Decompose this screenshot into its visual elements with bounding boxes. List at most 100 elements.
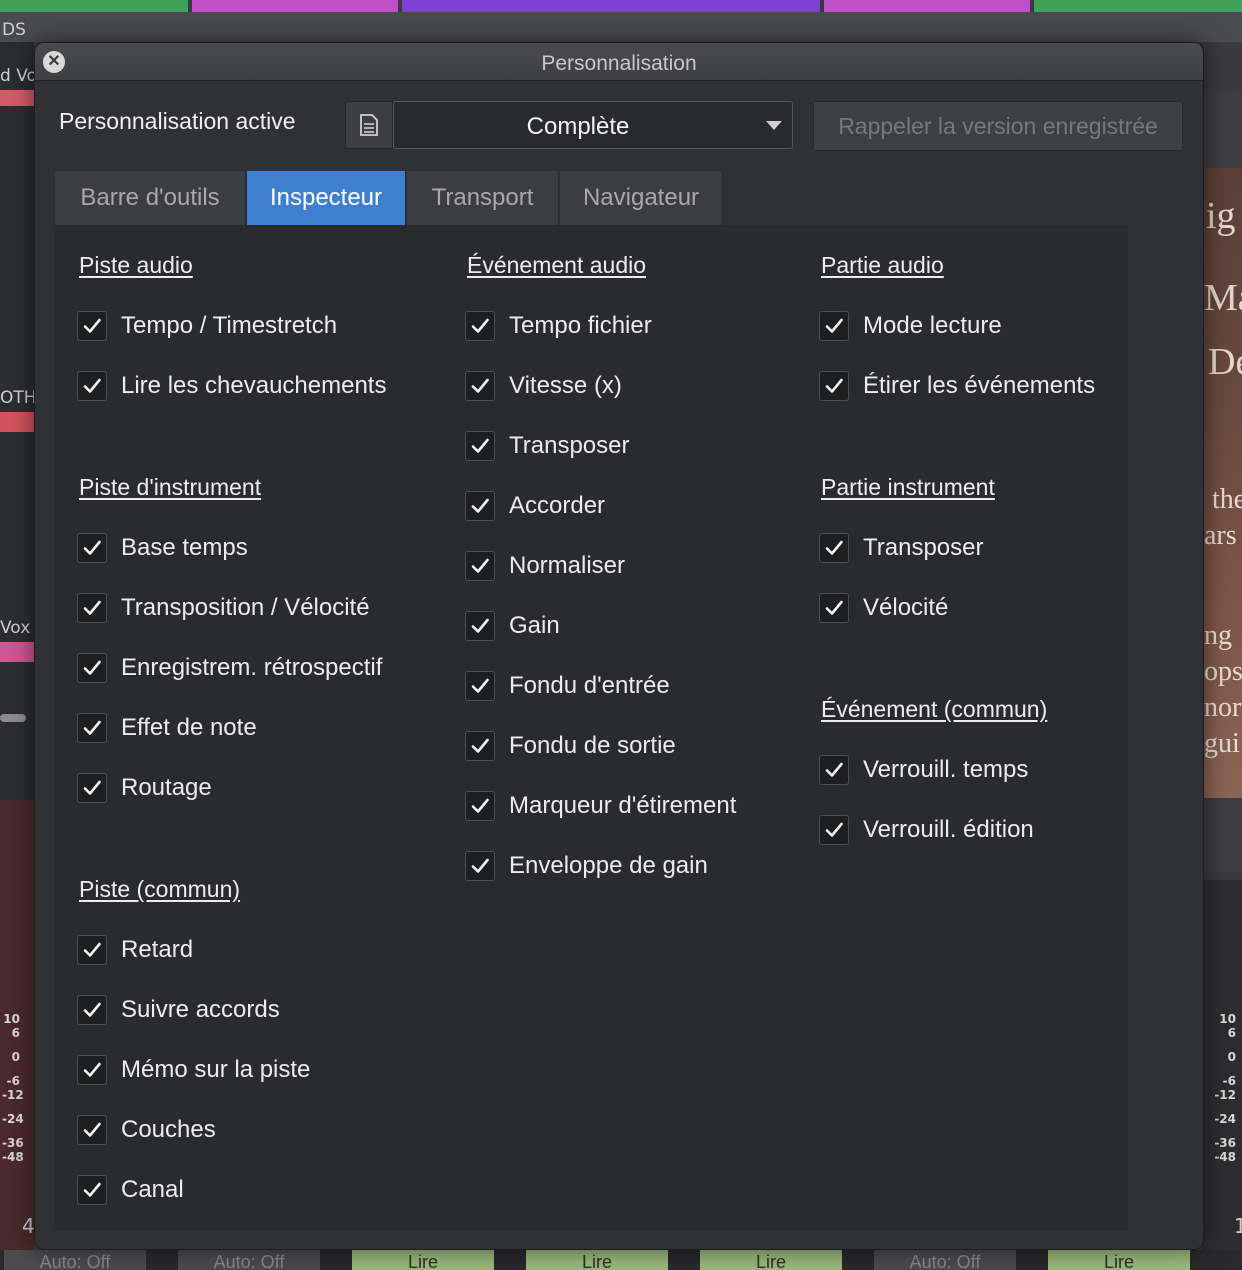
dialog-title: Personnalisation [541, 52, 697, 75]
section-title-audio-track: Piste audio [79, 252, 193, 278]
option-label: Vélocité [863, 594, 949, 621]
option-play-overlaps[interactable]: Lire les chevauchements [77, 369, 386, 403]
option-file-tempo[interactable]: Tempo fichier [465, 309, 652, 343]
automation-mode-button[interactable]: Auto: Off [4, 1250, 146, 1270]
option-stretch-events[interactable]: Étirer les événements [819, 369, 1095, 403]
checkbox[interactable] [77, 653, 107, 683]
checkmark-icon [83, 780, 101, 795]
option-label: Accorder [509, 492, 606, 519]
option-transpose[interactable]: Transposer [465, 429, 630, 463]
checkbox[interactable] [819, 815, 849, 845]
checkbox[interactable] [465, 851, 495, 881]
checkbox[interactable] [819, 755, 849, 785]
checkbox[interactable] [77, 773, 107, 803]
checkmark-icon [471, 498, 489, 513]
option-label: Gain [509, 612, 560, 639]
checkbox[interactable] [465, 791, 495, 821]
checkmark-icon [83, 1122, 101, 1137]
automation-mode-button[interactable]: Auto: Off [178, 1250, 320, 1270]
option-transpose-velocity[interactable]: Transposition / Vélocité [77, 591, 370, 625]
option-channel[interactable]: Canal [77, 1173, 184, 1207]
preset-dropdown[interactable]: Complète [393, 101, 793, 149]
option-lock-edit[interactable]: Verrouill. édition [819, 813, 1034, 847]
option-retrospective-record[interactable]: Enregistrem. rétrospectif [77, 651, 382, 685]
checkbox[interactable] [819, 311, 849, 341]
checkbox[interactable] [465, 671, 495, 701]
option-part-transpose[interactable]: Transposer [819, 531, 984, 565]
option-follow-chords[interactable]: Suivre accords [77, 993, 280, 1027]
option-note-fx[interactable]: Effet de note [77, 711, 257, 745]
tab-inspector[interactable]: Inspecteur [247, 171, 406, 225]
option-speed[interactable]: Vitesse (x) [465, 369, 622, 403]
checkmark-icon [825, 318, 843, 333]
checkbox[interactable] [77, 935, 107, 965]
checkbox[interactable] [77, 371, 107, 401]
option-track-notepad[interactable]: Mémo sur la piste [77, 1053, 310, 1087]
track-label: DS [2, 20, 26, 40]
option-label: Transposer [863, 534, 984, 561]
checkmark-icon [471, 558, 489, 573]
checkmark-icon [471, 858, 489, 873]
option-stretch-marker[interactable]: Marqueur d'étirement [465, 789, 736, 823]
option-play-mode[interactable]: Mode lecture [819, 309, 1002, 343]
arrange-event-magenta [192, 0, 398, 12]
option-label: Transposer [509, 432, 630, 459]
checkbox[interactable] [465, 491, 495, 521]
automation-mode-button[interactable]: Lire [1048, 1250, 1190, 1270]
document-icon-button[interactable] [345, 101, 393, 149]
checkbox[interactable] [465, 611, 495, 641]
tab-transport[interactable]: Transport [407, 171, 559, 225]
option-label: Mode lecture [863, 312, 1002, 339]
checkbox[interactable] [77, 995, 107, 1025]
option-label: Base temps [121, 534, 248, 561]
automation-mode-button[interactable]: Lire [352, 1250, 494, 1270]
checkbox[interactable] [819, 533, 849, 563]
option-label: Canal [121, 1176, 184, 1203]
option-layers[interactable]: Couches [77, 1113, 216, 1147]
fader-value-left: 4 [22, 1214, 35, 1238]
checkbox[interactable] [77, 311, 107, 341]
photo-text: the [1212, 484, 1242, 515]
option-lock-time[interactable]: Verrouill. temps [819, 753, 1028, 787]
option-gain[interactable]: Gain [465, 609, 560, 643]
checkmark-icon [83, 720, 101, 735]
option-gain-envelope[interactable]: Enveloppe de gain [465, 849, 708, 883]
automation-mode-button[interactable]: Lire [700, 1250, 842, 1270]
checkmark-icon [83, 1062, 101, 1077]
checkmark-icon [471, 738, 489, 753]
inspector-options-panel: Piste audio Tempo / Timestretch Lire les… [55, 225, 1128, 1230]
option-normalize[interactable]: Normaliser [465, 549, 625, 583]
checkbox[interactable] [77, 1115, 107, 1145]
checkbox[interactable] [819, 593, 849, 623]
option-tune[interactable]: Accorder [465, 489, 605, 523]
option-routing[interactable]: Routage [77, 771, 212, 805]
option-label: Fondu d'entrée [509, 672, 670, 699]
chevron-down-icon [766, 121, 782, 130]
photo-text: gui [1204, 728, 1240, 759]
option-tempo-timestretch[interactable]: Tempo / Timestretch [77, 309, 337, 343]
option-fade-in[interactable]: Fondu d'entrée [465, 669, 670, 703]
checkbox[interactable] [77, 533, 107, 563]
recall-saved-version-button[interactable]: Rappeler la version enregistrée [813, 101, 1183, 151]
option-part-velocity[interactable]: Vélocité [819, 591, 948, 625]
checkbox[interactable] [77, 1055, 107, 1085]
checkbox[interactable] [819, 371, 849, 401]
checkmark-icon [471, 438, 489, 453]
tab-browser[interactable]: Navigateur [560, 171, 723, 225]
checkbox[interactable] [465, 311, 495, 341]
automation-mode-button[interactable]: Auto: Off [874, 1250, 1016, 1270]
tab-toolbar[interactable]: Barre d'outils [55, 171, 246, 225]
checkbox[interactable] [465, 551, 495, 581]
checkbox[interactable] [77, 593, 107, 623]
arrange-event-magenta-2 [824, 0, 1030, 12]
option-timebase[interactable]: Base temps [77, 531, 248, 565]
automation-mode-button[interactable]: Lire [526, 1250, 668, 1270]
checkbox[interactable] [77, 1175, 107, 1205]
checkbox[interactable] [465, 431, 495, 461]
checkbox[interactable] [465, 371, 495, 401]
option-fade-out[interactable]: Fondu de sortie [465, 729, 676, 763]
arrange-event-green-2 [1034, 0, 1242, 12]
option-delay[interactable]: Retard [77, 933, 193, 967]
checkbox[interactable] [465, 731, 495, 761]
checkbox[interactable] [77, 713, 107, 743]
